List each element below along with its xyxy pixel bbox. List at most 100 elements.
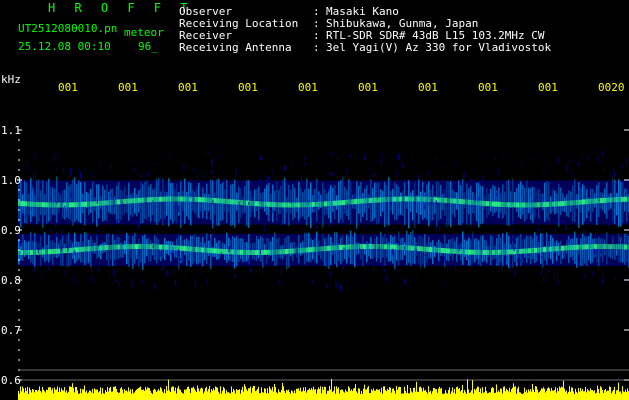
trace-bar [212, 390, 213, 400]
trace-bar [457, 386, 458, 400]
x-tick-label: 0020 [598, 81, 625, 94]
band-core [390, 244, 393, 250]
trace-bar [311, 387, 312, 400]
noise-speck [19, 240, 21, 246]
band-core [78, 202, 81, 208]
noise-speck [168, 154, 171, 161]
band-streak [278, 237, 280, 259]
noise-speck [33, 192, 35, 197]
band-core [405, 196, 408, 202]
band-streak [556, 240, 558, 262]
trace-bar [313, 386, 314, 400]
x-tick-layer: 001 001 001 001 001 001 001 001 001 0020 [58, 81, 625, 94]
band-core [30, 249, 33, 255]
trace-bar [229, 392, 230, 400]
band-streak [56, 176, 58, 223]
noise-speck [571, 209, 573, 215]
noise-speck [41, 272, 43, 279]
band-core [108, 244, 111, 250]
field-sep-observer: : [313, 5, 320, 18]
noise-speck [340, 284, 342, 292]
trace-bar [542, 388, 543, 400]
noise-speck [113, 199, 115, 207]
trace-bar [577, 393, 578, 400]
trace-bar [122, 389, 123, 400]
noise-speck [602, 272, 604, 276]
trace-bar [160, 387, 161, 400]
band-core [393, 244, 396, 250]
band-streak [590, 188, 592, 222]
trace-bar [609, 386, 610, 400]
trace-bar [494, 393, 495, 400]
trace-bar [209, 385, 210, 400]
trace-bar [366, 389, 367, 400]
trace-bar [257, 389, 258, 400]
noise-speck [597, 264, 599, 270]
noise-speck [471, 261, 473, 269]
trace-bar [575, 388, 576, 400]
band-core [234, 249, 237, 255]
band-core [240, 200, 243, 206]
noise-speck [114, 269, 116, 276]
trace-bar [564, 388, 565, 400]
trace-bar [230, 393, 231, 400]
band-core [342, 200, 345, 206]
band-streak [186, 238, 188, 266]
band-streak [52, 187, 54, 215]
band-core [381, 197, 384, 203]
trace-bar [154, 388, 155, 400]
trace-bar [279, 391, 280, 400]
trace-bar [60, 391, 61, 400]
noise-speck [434, 156, 436, 161]
trace-bar [402, 393, 403, 400]
trace-bar [506, 388, 507, 400]
trace-bar [73, 387, 74, 400]
noise-speck [598, 199, 600, 202]
trace-bar [288, 389, 289, 400]
trace-bar [293, 393, 294, 400]
trace-bar [420, 386, 421, 400]
band-streak [186, 191, 188, 217]
band-streak [212, 180, 214, 229]
trace-bar [32, 389, 33, 400]
trace-bar [44, 391, 45, 400]
trace-bar [519, 392, 520, 400]
trace-bar [527, 392, 528, 400]
noise-speck [612, 212, 615, 220]
noise-speck [379, 216, 382, 221]
trace-bar [81, 393, 82, 400]
trace-bar [294, 390, 295, 400]
noise-speck [433, 222, 435, 230]
trace-bar [86, 390, 87, 400]
band-core [507, 202, 510, 208]
band-core [27, 201, 30, 207]
noise-speck [326, 258, 328, 266]
trace-bar [187, 387, 188, 400]
trace-bar [442, 393, 443, 400]
band-core [63, 248, 66, 254]
trace-bar [61, 388, 62, 400]
trace-bar [337, 388, 338, 400]
band-streak [462, 231, 464, 265]
band-streak [324, 238, 326, 267]
band-streak [78, 180, 80, 222]
band-core [66, 202, 69, 208]
trace-bar [31, 392, 32, 400]
trace-bar [26, 391, 27, 400]
noise-speck [183, 213, 185, 216]
band-core [459, 199, 462, 205]
trace-bar [479, 392, 480, 400]
noise-speck [152, 200, 154, 203]
trace-bar [303, 387, 304, 400]
y-axis-unit: kHz [1, 73, 21, 86]
band-streak [460, 185, 462, 226]
noise-speck [329, 271, 331, 277]
noise-speck [608, 211, 610, 219]
trace-bar [430, 390, 431, 400]
trace-bar [22, 386, 23, 400]
noise-speck [172, 252, 174, 259]
trace-bar [72, 383, 73, 400]
band-core [570, 245, 573, 251]
noise-speck [50, 194, 52, 200]
band-core [348, 199, 351, 205]
